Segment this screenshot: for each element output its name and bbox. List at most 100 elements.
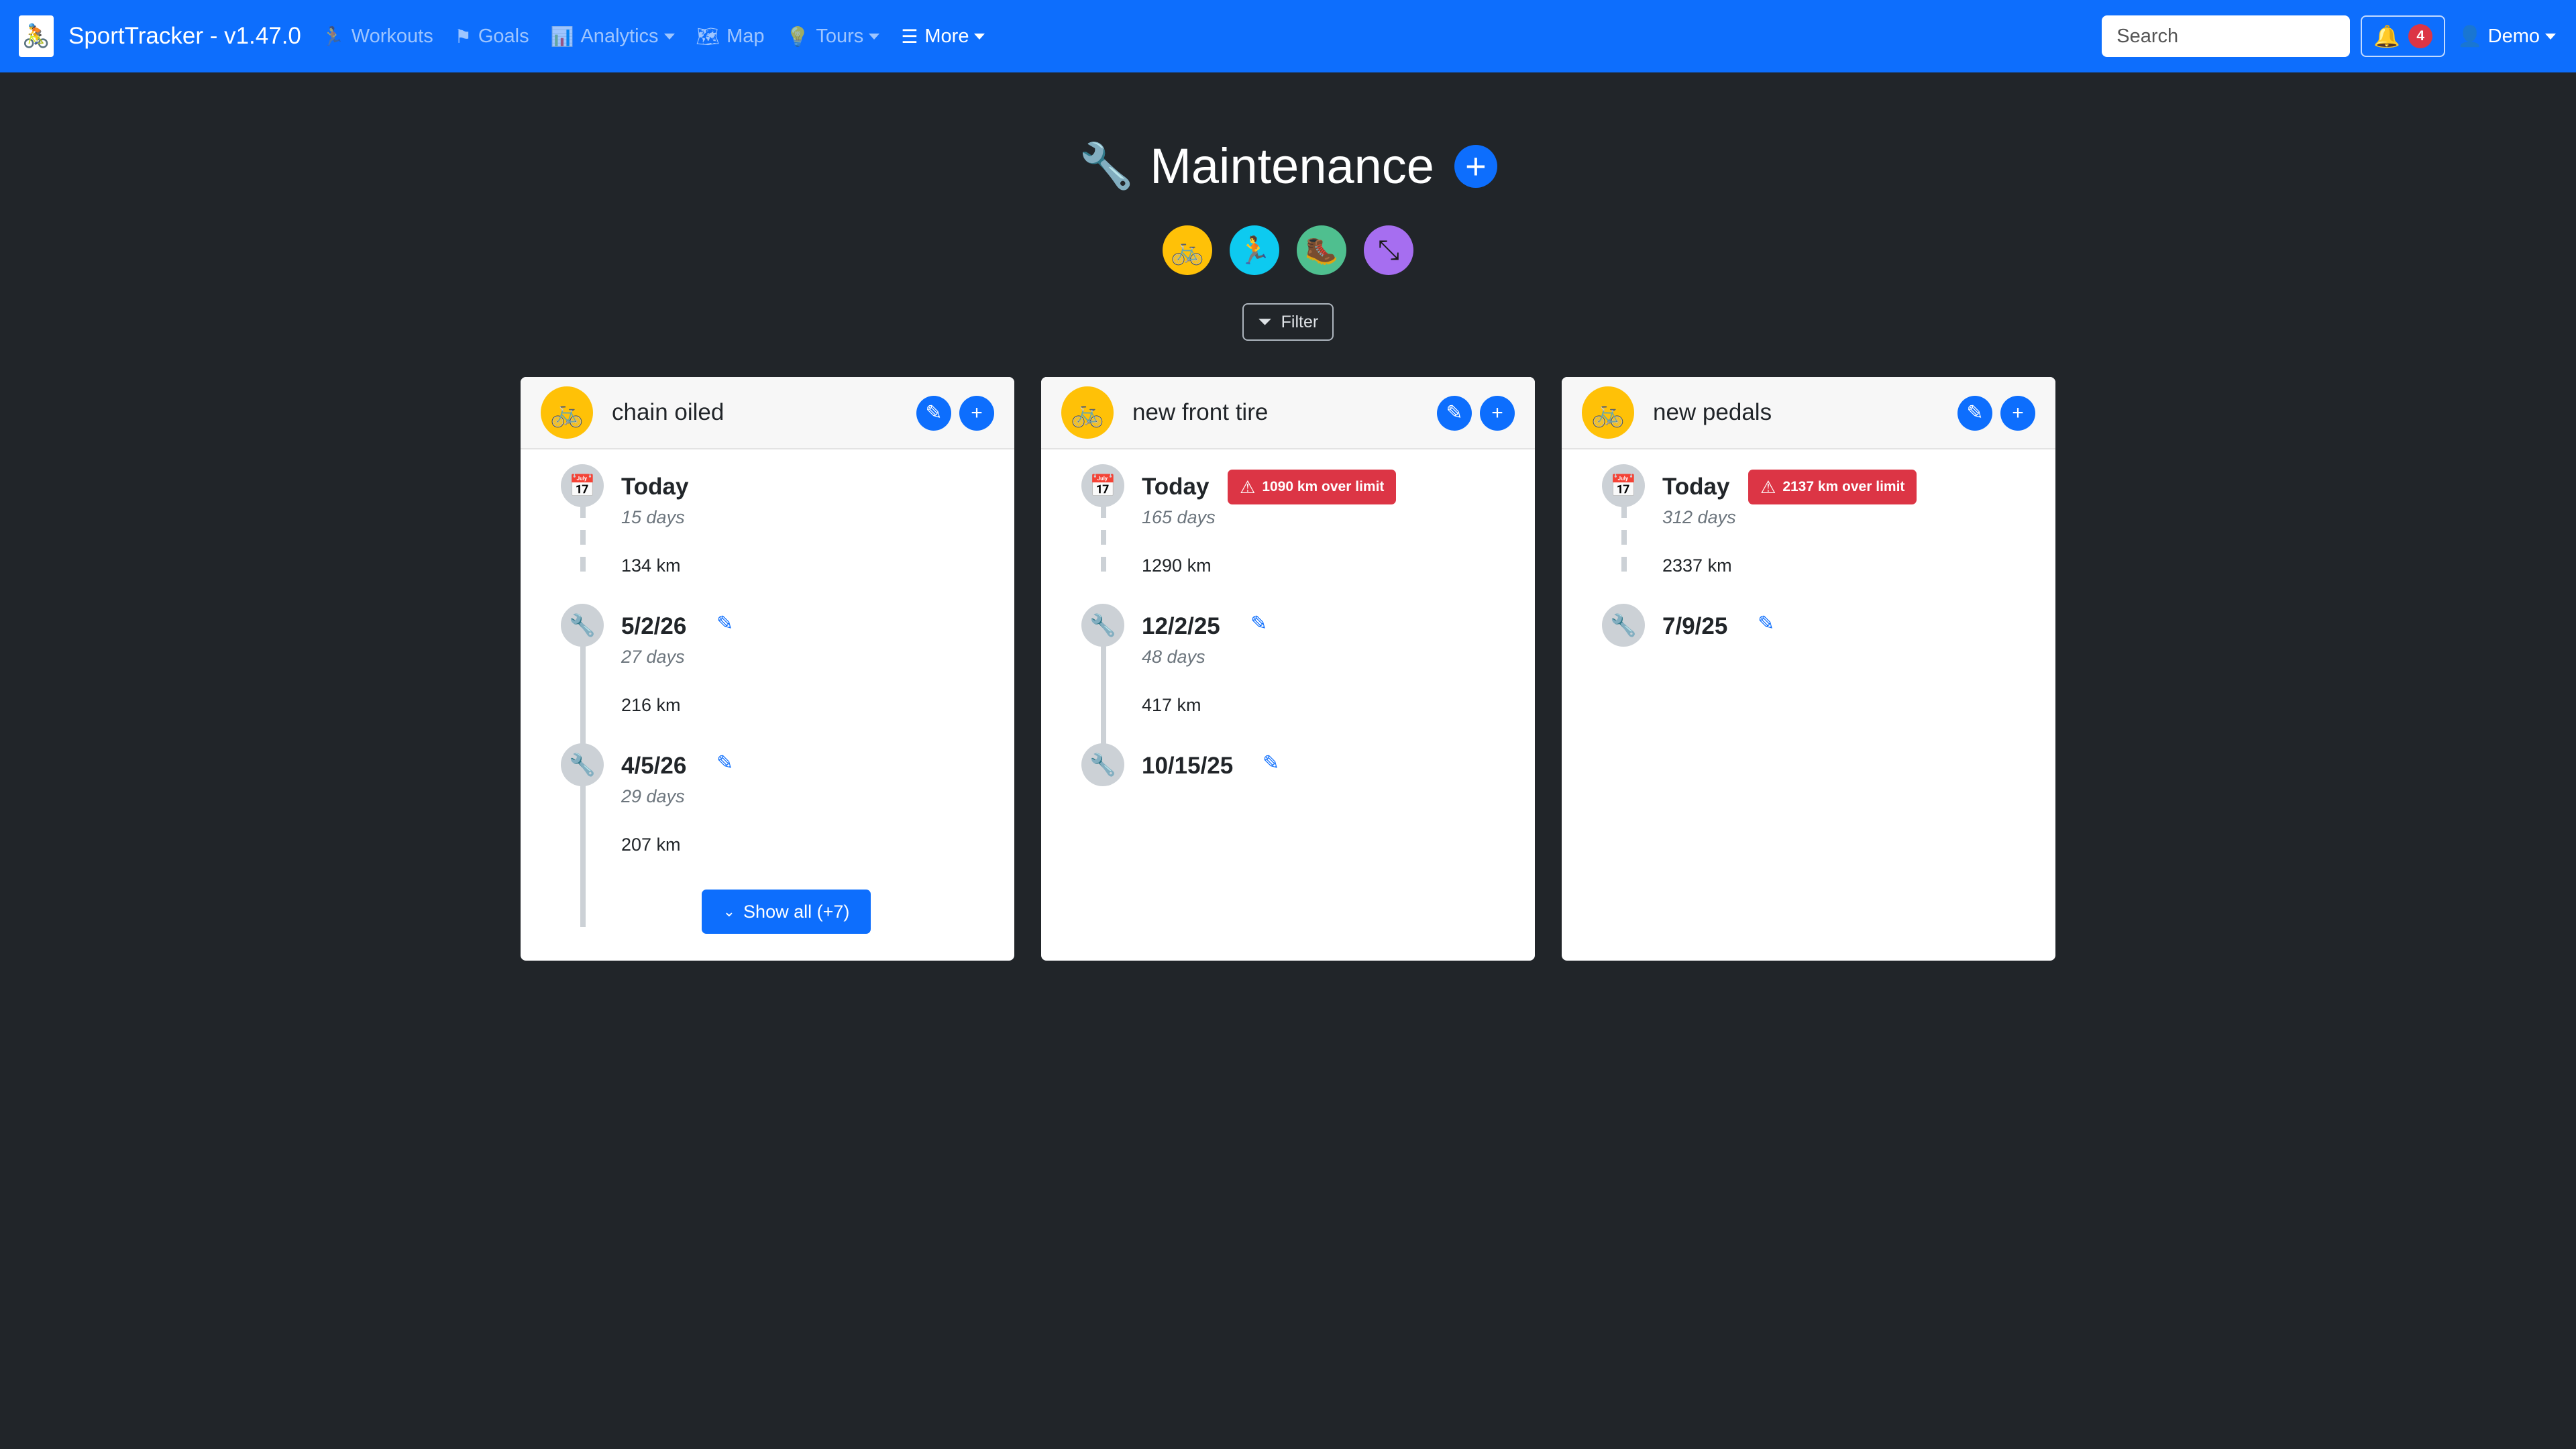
entry-days: 29 days	[621, 786, 685, 806]
warning-icon: ⚠	[1240, 476, 1256, 497]
nav-goals-label: Goals	[478, 25, 529, 47]
filter-button[interactable]: ⏷ Filter	[1242, 303, 1334, 341]
entry-date: 10/15/25	[1142, 753, 1234, 779]
nav-analytics[interactable]: 📊 Analytics	[551, 25, 675, 48]
edit-pencil-icon[interactable]: ✎	[716, 751, 733, 775]
calendar-icon: 📅	[561, 464, 604, 507]
bike-icon: 🚲	[541, 386, 593, 439]
list-icon: ☰	[901, 25, 918, 47]
card-title: new front tire	[1132, 399, 1269, 425]
entry-km: 1290 km	[1142, 555, 1212, 576]
user-menu[interactable]: 👤 Demo	[2457, 25, 2556, 48]
nav-tours-label: Tours	[816, 25, 864, 47]
navbar: 🚴 SportTracker - v1.47.0 🏃 Workouts ⚑ Go…	[0, 0, 2576, 72]
edit-pencil-icon[interactable]: ✎	[716, 612, 733, 635]
over-limit-text: 2137 km over limit	[1782, 479, 1905, 494]
hiking-icon[interactable]: 🥾	[1297, 225, 1346, 275]
wrench-icon: 🔧	[561, 743, 604, 786]
edit-pencil-icon[interactable]: ✎	[1263, 751, 1279, 775]
calendar-icon: 📅	[1081, 464, 1124, 507]
notification-count-badge: 4	[2408, 24, 2433, 48]
add-entry-button[interactable]: +	[959, 396, 994, 431]
entry-date: 7/9/25	[1662, 613, 1728, 639]
bike-icon: 🚲	[1061, 386, 1114, 439]
filter-label: Filter	[1281, 312, 1319, 331]
entry-days: 27 days	[621, 647, 685, 667]
chevron-down-icon	[663, 33, 675, 40]
over-limit-badge: ⚠ 1090 km over limit	[1228, 470, 1397, 504]
calendar-icon: 📅	[1602, 464, 1645, 507]
add-maintenance-button[interactable]: +	[1454, 144, 1497, 188]
edit-button[interactable]: ✎	[1957, 396, 1992, 431]
edit-pencil-icon[interactable]: ✎	[1758, 612, 1774, 635]
timeline-dash	[1101, 557, 1106, 572]
entry-date: 4/5/26	[621, 753, 687, 779]
maintenance-card: 🚲 new front tire ✎ + 📅 Today ⚠ 1090 km o…	[1041, 377, 1535, 961]
nav-workouts-label: Workouts	[351, 25, 433, 47]
entry-km: 134 km	[621, 555, 681, 576]
entry-km: 417 km	[1142, 695, 1201, 715]
sport-filters: 🚲 🏃 🥾 ⤡	[0, 225, 2576, 275]
entry-days: 48 days	[1142, 647, 1205, 667]
wrench-icon: 🔧	[1602, 604, 1645, 647]
timeline: 📅 Today ⚠ 1090 km over limit 165 days 12…	[1041, 449, 1535, 961]
timeline-dash	[580, 530, 586, 545]
show-all-button[interactable]: ⌄ Show all (+7)	[702, 890, 871, 934]
nav-map-label: Map	[727, 25, 765, 47]
card-title: chain oiled	[612, 399, 724, 425]
page-title: Maintenance	[1150, 138, 1434, 194]
nav-more[interactable]: ☰ More	[901, 25, 985, 48]
nav-items: 🏃 Workouts ⚑ Goals 📊 Analytics 🗺 Map 💡 T…	[321, 25, 1007, 48]
filter-icon: ⏷	[1257, 311, 1272, 331]
nav-goals[interactable]: ⚑ Goals	[455, 25, 529, 48]
add-entry-button[interactable]: +	[2000, 396, 2035, 431]
entry-days: 312 days	[1662, 507, 1736, 527]
add-entry-button[interactable]: +	[1480, 396, 1515, 431]
card-header: 🚲 new front tire ✎ +	[1041, 377, 1535, 449]
wrench-icon: 🔧	[561, 604, 604, 647]
timeline-dash	[1101, 530, 1106, 545]
entry-km: 2337 km	[1662, 555, 1732, 576]
card-header: 🚲 new pedals ✎ +	[1562, 377, 2055, 449]
card-header: 🚲 chain oiled ✎ +	[521, 377, 1014, 449]
timeline-dash	[1621, 557, 1627, 572]
entry-date: Today	[621, 474, 689, 500]
nav-workouts[interactable]: 🏃 Workouts	[321, 25, 433, 48]
maintenance-card: 🚲 new pedals ✎ + 📅 Today ⚠ 2137 km over …	[1562, 377, 2055, 961]
flag-icon: ⚑	[454, 25, 472, 47]
entry-date: Today	[1142, 474, 1210, 500]
bike-icon: 🚲	[1582, 386, 1634, 439]
nav-tours[interactable]: 💡 Tours	[786, 25, 880, 48]
chevron-down-icon	[2545, 33, 2556, 40]
entry-date: 12/2/25	[1142, 613, 1220, 639]
bike-icon[interactable]: 🚲	[1163, 225, 1212, 275]
wrench-icon: 🔧	[1079, 140, 1134, 191]
nav-map[interactable]: 🗺 Map	[696, 25, 765, 48]
bar-chart-icon: 📊	[550, 25, 574, 47]
running-icon: 🏃	[321, 25, 345, 47]
timeline-dash	[1621, 530, 1627, 545]
timeline: 📅 Today ⚠ 2137 km over limit 312 days 23…	[1562, 449, 2055, 961]
edit-pencil-icon[interactable]: ✎	[1250, 612, 1267, 635]
nav-more-label: More	[924, 25, 969, 47]
wrench-icon: 🔧	[1081, 604, 1124, 647]
dumbbell-icon[interactable]: ⤡	[1364, 225, 1413, 275]
user-icon: 👤	[2457, 25, 2483, 48]
timeline: 📅 Today 15 days 134 km 🔧 5/2/26 ✎ 27 day…	[521, 449, 1014, 961]
edit-button[interactable]: ✎	[1437, 396, 1472, 431]
nav-right: 🔔 4 👤 Demo	[2102, 0, 2556, 72]
entry-km: 216 km	[621, 695, 681, 715]
notifications-button[interactable]: 🔔 4	[2361, 15, 2446, 57]
running-icon[interactable]: 🏃	[1230, 225, 1279, 275]
wrench-icon: 🔧	[1081, 743, 1124, 786]
timeline-dash	[580, 557, 586, 572]
entry-km: 207 km	[621, 835, 681, 855]
edit-button[interactable]: ✎	[916, 396, 951, 431]
brand[interactable]: 🚴 SportTracker - v1.47.0	[19, 15, 301, 57]
card-actions: ✎ +	[1429, 396, 1515, 431]
map-icon: 🗺	[696, 25, 720, 47]
user-name: Demo	[2487, 25, 2540, 47]
search-input[interactable]	[2102, 15, 2351, 57]
entry-days: 15 days	[621, 507, 685, 527]
card-actions: ✎ +	[1949, 396, 2035, 431]
